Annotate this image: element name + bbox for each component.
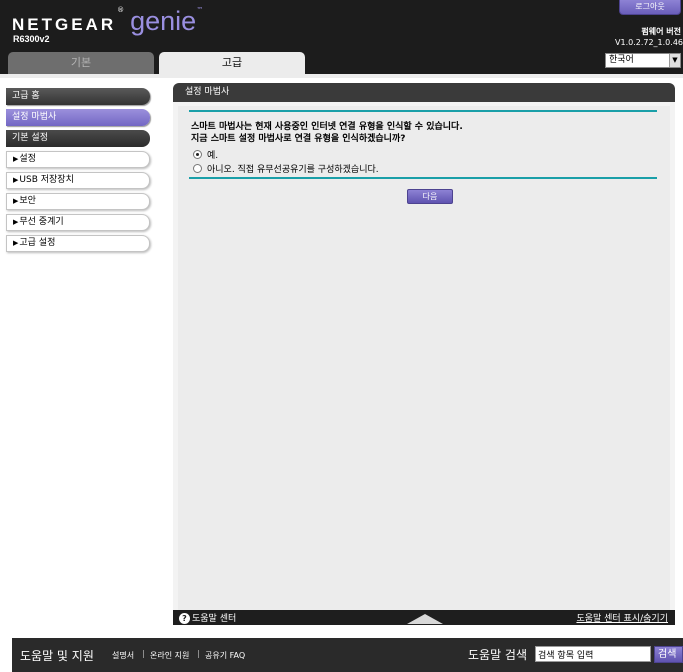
triangle-right-icon: ▶ xyxy=(13,155,19,163)
radio-no[interactable] xyxy=(193,164,202,173)
sidebar-item-setup-wizard[interactable]: 설정 마법사 xyxy=(6,109,150,126)
sidebar-item-label: 보안 xyxy=(19,196,36,206)
firmware-label: 펌웨어 버전 xyxy=(641,27,681,36)
help-center-bar: ? 도움말 센터 도움말 센터 표시/숨기기 xyxy=(173,610,675,625)
option-no-label: 아니오. 직접 유무선공유기를 구성하겠습니다. xyxy=(207,165,379,175)
header: NETGEAR® genie™ R6300v2 로그아웃 펌웨어 버전 V1.0.… xyxy=(0,0,683,74)
triangle-up-icon[interactable] xyxy=(407,614,443,624)
sidebar: 고급 홈 설정 마법사 기본 설정 ▶설정 ▶USB 저장장치 ▶보안 ▶무선 … xyxy=(6,88,150,256)
product-name: genie xyxy=(130,6,197,36)
footer-link-online-support[interactable]: 온라인 지원 xyxy=(150,650,189,661)
tab-basic[interactable]: 기본 xyxy=(8,52,154,74)
search-input[interactable] xyxy=(535,646,651,662)
search-label: 도움말 검색 xyxy=(468,648,528,662)
option-yes-label: 예. xyxy=(207,151,219,161)
triangle-right-icon: ▶ xyxy=(13,218,19,226)
triangle-right-icon: ▶ xyxy=(13,197,19,205)
chevron-down-icon[interactable]: ▼ xyxy=(669,54,680,67)
language-value: 한국어 xyxy=(609,55,634,65)
search-button[interactable]: 검색 xyxy=(654,646,683,663)
tab-advanced[interactable]: 고급 xyxy=(159,52,305,74)
footer: 도움말 및 지원 설명서 | 온라인 지원 | 공유기 FAQ 도움말 검색 검… xyxy=(12,638,683,672)
divider xyxy=(189,110,657,112)
sidebar-item-wireless-repeater[interactable]: ▶무선 중계기 xyxy=(6,214,150,231)
sidebar-item-security[interactable]: ▶보안 xyxy=(6,193,150,210)
sidebar-item-advanced-setup[interactable]: ▶고급 설정 xyxy=(6,235,150,252)
language-select[interactable]: 한국어 ▼ xyxy=(605,53,681,68)
separator: | xyxy=(142,649,145,658)
sidebar-item-advanced-home[interactable]: 고급 홈 xyxy=(6,88,150,105)
sidebar-item-setup[interactable]: ▶설정 xyxy=(6,151,150,168)
help-toggle-link[interactable]: 도움말 센터 표시/숨기기 xyxy=(576,611,668,624)
divider xyxy=(189,177,657,179)
panel-title: 설정 마법사 xyxy=(173,83,675,102)
header-divider xyxy=(0,74,683,78)
option-no[interactable]: 아니오. 직접 유무선공유기를 구성하겠습니다. xyxy=(193,162,379,175)
help-icon: ? xyxy=(179,613,190,624)
sidebar-item-label: 무선 중계기 xyxy=(19,217,64,227)
radio-yes[interactable] xyxy=(193,150,202,159)
firmware-version: V1.0.2.72_1.0.46 xyxy=(615,38,683,47)
sidebar-item-usb-storage[interactable]: ▶USB 저장장치 xyxy=(6,172,150,189)
model-name: R6300v2 xyxy=(13,34,50,44)
netgear-genie-logo: NETGEAR® genie™ xyxy=(12,6,204,36)
panel-content: 스마트 마법사는 현재 사용중인 인터넷 연결 유형을 인식할 수 있습니다. … xyxy=(178,106,670,613)
triangle-right-icon: ▶ xyxy=(13,176,19,184)
sidebar-item-label: USB 저장장치 xyxy=(19,175,74,185)
brand-name: NETGEAR xyxy=(12,15,117,34)
sidebar-item-label: 고급 설정 xyxy=(19,238,56,248)
sidebar-item-basic-settings[interactable]: 기본 설정 xyxy=(6,130,150,147)
sidebar-item-label: 설정 xyxy=(19,154,36,164)
separator: | xyxy=(197,649,200,658)
footer-title: 도움말 및 지원 xyxy=(20,649,94,663)
next-button[interactable]: 다음 xyxy=(407,189,453,204)
help-center-link[interactable]: ? 도움말 센터 xyxy=(179,611,236,624)
main-panel: 설정 마법사 스마트 마법사는 현재 사용중인 인터넷 연결 유형을 인식할 수… xyxy=(173,83,675,625)
footer-link-manual[interactable]: 설명서 xyxy=(112,650,134,661)
question-text-2: 지금 스마트 설정 마법사로 연결 유형을 인식하겠습니까? xyxy=(191,134,406,144)
footer-link-router-faq[interactable]: 공유기 FAQ xyxy=(205,650,245,661)
triangle-right-icon: ▶ xyxy=(13,239,19,247)
help-center-label: 도움말 센터 xyxy=(192,614,237,624)
logout-button[interactable]: 로그아웃 xyxy=(619,0,681,15)
option-yes[interactable]: 예. xyxy=(193,148,218,161)
